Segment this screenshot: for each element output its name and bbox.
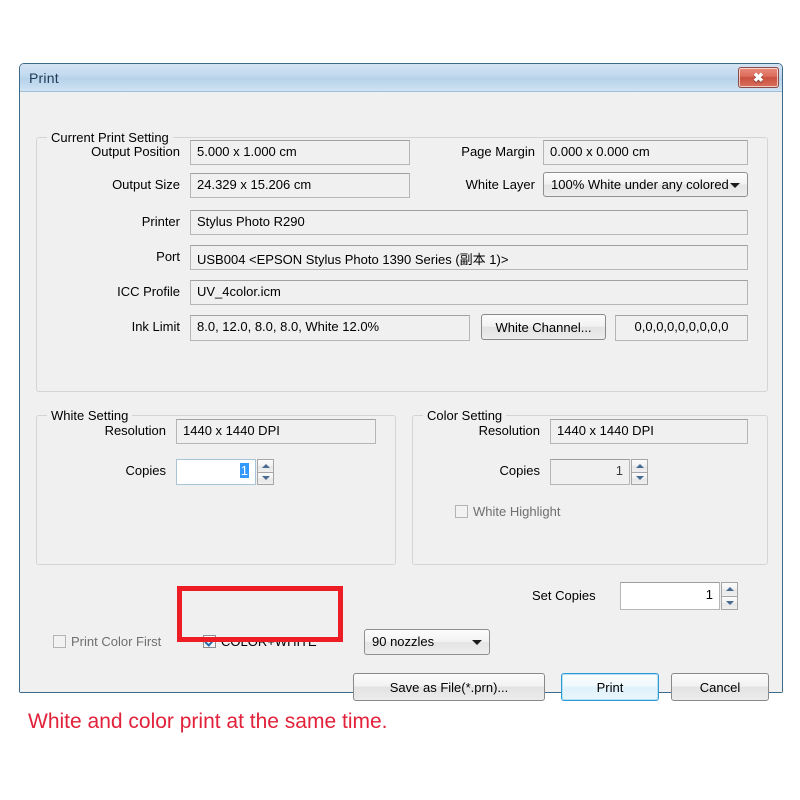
checkbox-print-color-first-box: [53, 635, 66, 648]
close-button[interactable]: ✖: [738, 67, 779, 88]
field-icc-profile: UV_4color.icm: [190, 280, 748, 305]
white-copies-decrement-button[interactable]: [257, 472, 274, 485]
white-copies-input[interactable]: 1: [176, 459, 256, 485]
field-port: USB004 <EPSON Stylus Photo 1390 Series (…: [190, 245, 748, 270]
color-copies-value: 1: [615, 463, 623, 478]
close-icon: ✖: [753, 70, 764, 85]
set-copies-increment-button[interactable]: [721, 582, 738, 597]
dropdown-nozzles[interactable]: 90 nozzles: [364, 629, 490, 655]
checkbox-white-highlight-label: White Highlight: [473, 504, 561, 519]
color-copies-spin-buttons[interactable]: [631, 459, 648, 485]
color-copies-input[interactable]: 1: [550, 459, 630, 485]
field-ink-limit: 8.0, 12.0, 8.0, 8.0, White 12.0%: [190, 315, 470, 341]
caret-down-icon: [261, 476, 270, 481]
field-output-size: 24.329 x 15.206 cm: [190, 173, 410, 198]
group-title-current-print-setting: Current Print Setting: [47, 130, 173, 145]
label-color-copies: Copies: [499, 463, 540, 478]
field-page-margin: 0.000 x 0.000 cm: [543, 140, 748, 165]
label-printer: Printer: [141, 214, 180, 229]
spinner-set-copies[interactable]: 1: [620, 582, 738, 610]
white-copies-value: 1: [239, 463, 249, 478]
caret-up-icon: [261, 463, 270, 468]
label-white-copies: Copies: [125, 463, 166, 478]
label-set-copies: Set Copies: [532, 588, 596, 603]
field-white-channel-value: 0,0,0,0,0,0,0,0,0: [615, 315, 748, 341]
label-ink-limit: Ink Limit: [131, 319, 180, 334]
label-white-layer: White Layer: [465, 177, 535, 192]
group-title-color-setting: Color Setting: [423, 408, 507, 423]
label-output-position: Output Position: [91, 144, 180, 159]
group-title-white-setting: White Setting: [47, 408, 133, 423]
label-icc-profile: ICC Profile: [117, 284, 180, 299]
field-color-resolution: 1440 x 1440 DPI: [550, 419, 748, 444]
print-dialog: Print ✖ Current Print Setting Output Pos…: [19, 63, 783, 701]
label-port: Port: [156, 249, 180, 264]
white-channel-button[interactable]: White Channel...: [481, 314, 606, 340]
titlebar: Print ✖: [20, 64, 782, 92]
label-page-margin: Page Margin: [461, 144, 535, 159]
spinner-white-copies[interactable]: 1: [176, 459, 274, 485]
save-as-file-button[interactable]: Save as File(*.prn)...: [353, 673, 545, 701]
label-white-resolution: Resolution: [104, 423, 166, 438]
caret-up-icon: [635, 463, 644, 468]
dropdown-white-layer-value: 100% White under any colored: [551, 177, 729, 192]
checkbox-color-white[interactable]: COLOR+WHITE: [203, 634, 317, 649]
window-title: Print: [29, 69, 59, 86]
spinner-color-copies[interactable]: 1: [550, 459, 648, 485]
dropdown-white-layer[interactable]: 100% White under any colored: [543, 172, 748, 197]
checkbox-print-color-first-label: Print Color First: [71, 634, 162, 649]
cancel-button[interactable]: Cancel: [671, 673, 769, 701]
checkbox-print-color-first[interactable]: Print Color First: [53, 634, 161, 649]
checkbox-white-highlight-box: [455, 505, 468, 518]
label-color-resolution: Resolution: [478, 423, 540, 438]
set-copies-decrement-button[interactable]: [721, 596, 738, 610]
print-button[interactable]: Print: [561, 673, 659, 701]
caret-up-icon: [725, 587, 734, 592]
checkbox-color-white-label: COLOR+WHITE: [221, 634, 317, 649]
chevron-down-icon: [730, 182, 740, 188]
color-copies-decrement-button[interactable]: [631, 472, 648, 485]
field-printer: Stylus Photo R290: [190, 210, 748, 235]
chevron-down-icon: [472, 640, 482, 645]
caret-down-icon: [725, 600, 734, 605]
dropdown-nozzles-value: 90 nozzles: [372, 634, 435, 649]
caret-down-icon: [635, 476, 644, 481]
white-copies-spin-buttons[interactable]: [257, 459, 274, 485]
color-copies-increment-button[interactable]: [631, 459, 648, 473]
checkbox-color-white-box: [203, 635, 216, 648]
field-output-position: 5.000 x 1.000 cm: [190, 140, 410, 165]
set-copies-input[interactable]: 1: [620, 582, 720, 610]
field-white-resolution: 1440 x 1440 DPI: [176, 419, 376, 444]
caption-text: White and color print at the same time.: [28, 710, 388, 733]
label-output-size: Output Size: [112, 177, 180, 192]
set-copies-value: 1: [705, 587, 713, 602]
set-copies-spin-buttons[interactable]: [721, 582, 738, 610]
checkbox-white-highlight[interactable]: White Highlight: [455, 504, 560, 519]
dialog-body: Current Print Setting Output Position 5.…: [20, 92, 782, 701]
white-copies-increment-button[interactable]: [257, 459, 274, 473]
